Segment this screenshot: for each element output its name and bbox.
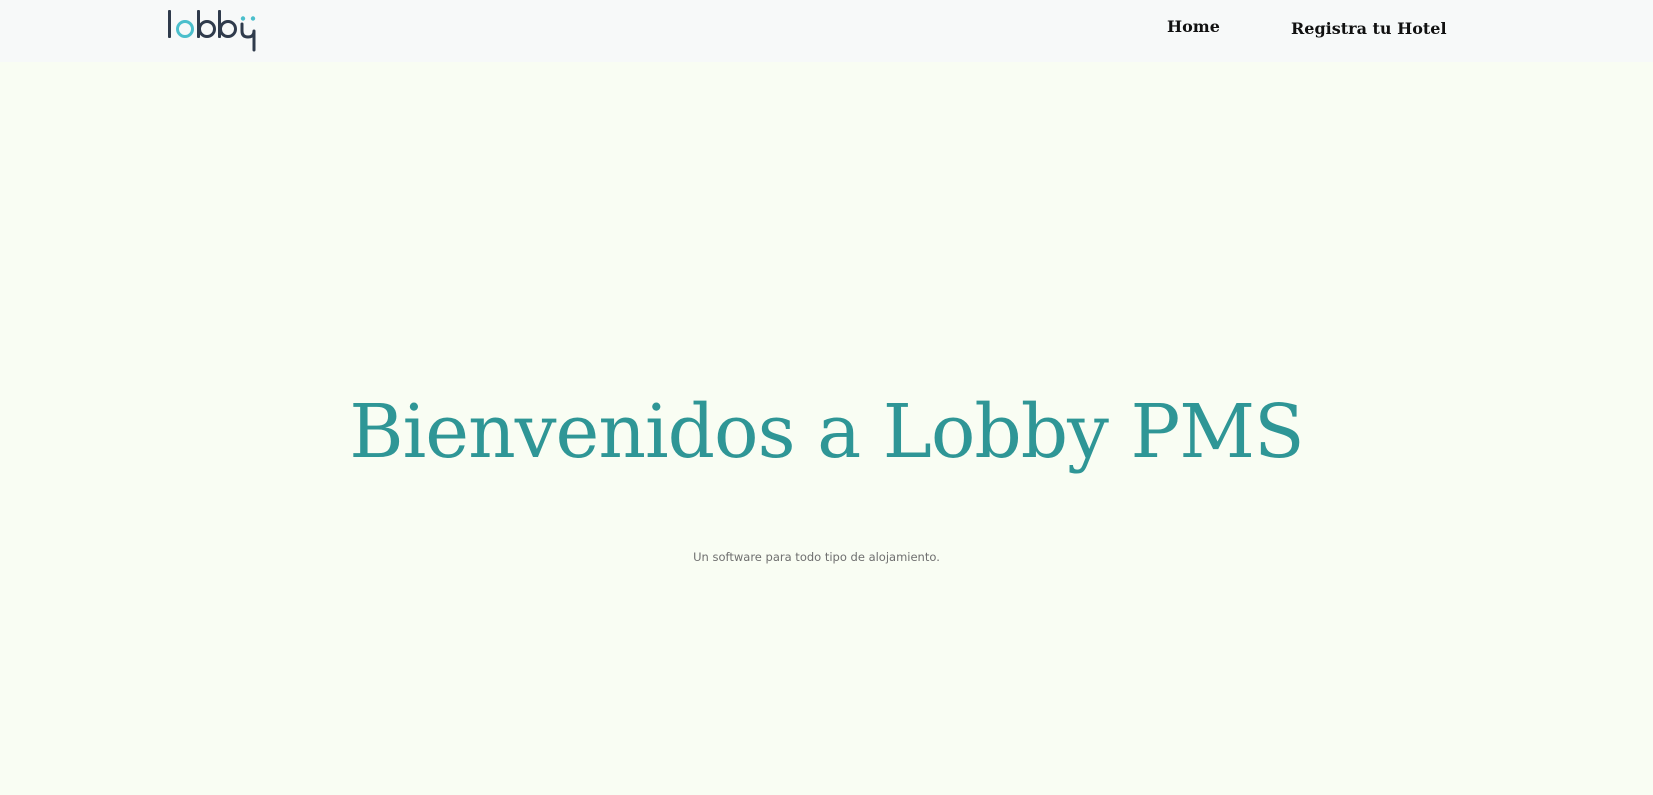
site-header: Home Registra tu Hotel bbox=[0, 0, 1653, 62]
nav-home-link[interactable]: Home bbox=[1167, 15, 1220, 39]
lobby-logo bbox=[168, 10, 256, 52]
hero-subtitle: Un software para todo tipo de alojamient… bbox=[693, 550, 940, 564]
hero-title: Bienvenidos a Lobby PMS bbox=[349, 389, 1305, 475]
nav-register-hotel-link[interactable]: Registra tu Hotel bbox=[1291, 17, 1447, 41]
